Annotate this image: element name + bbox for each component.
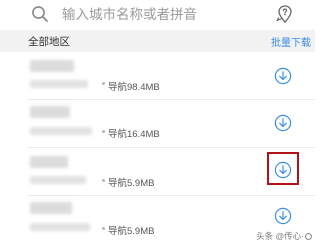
separator-dot (102, 130, 105, 133)
location-question-icon[interactable] (274, 3, 296, 25)
region-name-redacted (30, 156, 68, 168)
size-label: 导航5.9MB (108, 226, 155, 237)
search-input[interactable] (62, 2, 262, 26)
region-subtext-redacted (30, 176, 86, 184)
separator-dot (102, 179, 105, 182)
section-title: 全部地区 (28, 36, 70, 48)
list-item[interactable]: 导航98.4MB (0, 52, 315, 100)
size-label: 导航5.9MB (108, 178, 155, 189)
separator-dot (102, 227, 105, 230)
batch-download-button[interactable]: 批量下载 (271, 34, 311, 49)
download-circle-icon[interactable] (274, 207, 292, 225)
region-subtext-redacted (30, 80, 88, 88)
search-icon (32, 6, 48, 22)
offline-map-download-page: 全部地区 批量下载 导航98.4MB 导航16.4MB 导航5.9MB (0, 0, 315, 245)
download-circle-icon[interactable] (274, 67, 292, 85)
region-name-redacted (30, 60, 74, 72)
region-name-redacted (30, 106, 70, 118)
region-subtext-redacted (30, 223, 90, 231)
section-header: 全部地区 批量下载 (0, 30, 315, 52)
watermark-text: 头条 @传心· (256, 231, 304, 241)
size-label: 导航98.4MB (108, 82, 160, 93)
region-subtext-redacted (30, 127, 92, 135)
separator-dot (102, 82, 105, 85)
list-item[interactable]: 导航16.4MB (0, 100, 315, 148)
size-label: 导航16.4MB (108, 129, 160, 140)
highlight-annotation-box (267, 152, 299, 185)
watermark: 头条 @传心· (256, 230, 312, 242)
watermark-logo-icon (305, 233, 312, 241)
download-circle-icon[interactable] (274, 114, 292, 132)
search-bar (0, 0, 315, 30)
region-name-redacted (30, 202, 72, 214)
